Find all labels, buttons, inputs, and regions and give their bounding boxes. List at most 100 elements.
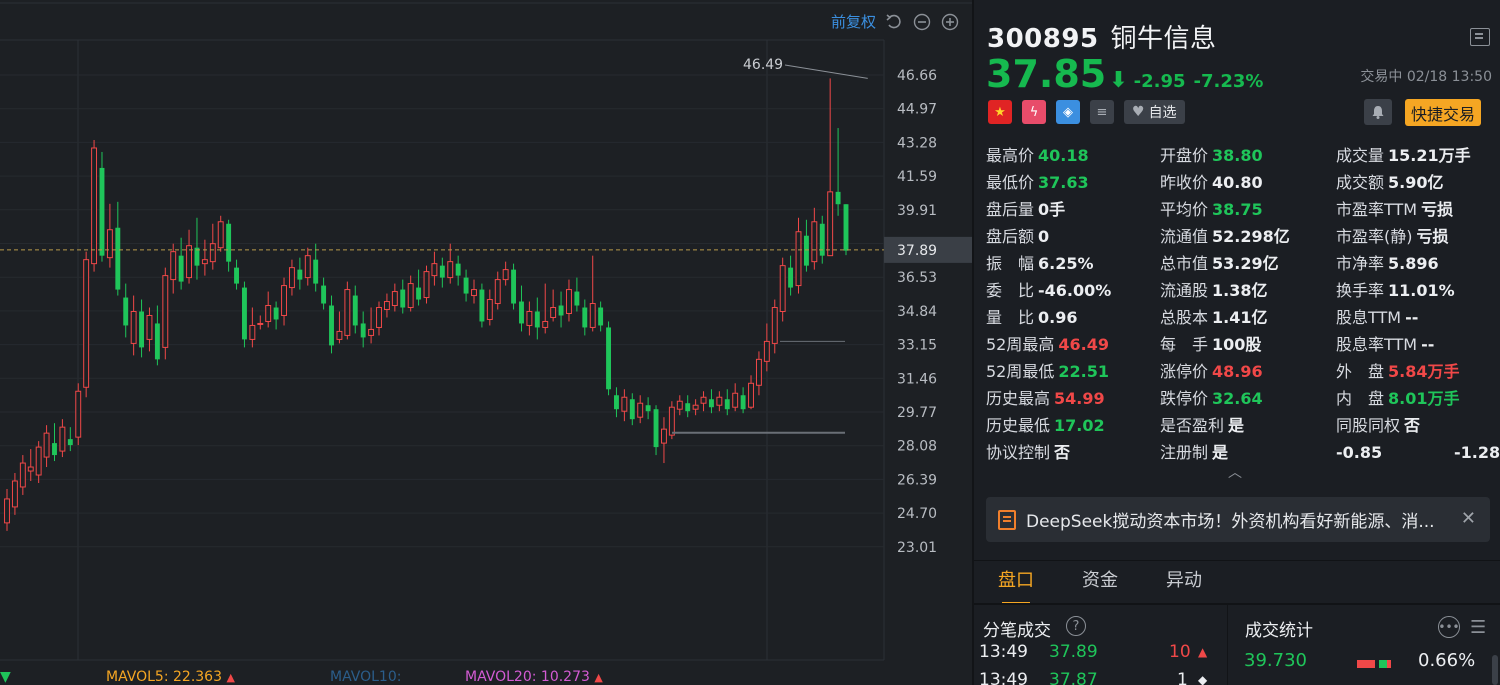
candle-body (273, 307, 279, 320)
quote-value: 46.49 (1058, 335, 1109, 354)
quick-trade-button[interactable]: 快捷交易 (1405, 99, 1482, 126)
candle-body (27, 466, 34, 472)
candle-body (11, 480, 18, 508)
quote-label: 外 盘 (1336, 362, 1385, 381)
stock-tags: ★ ϟ ◈ ≡ ♥ 自选 (988, 100, 1185, 124)
candle-body (115, 227, 121, 290)
candle-body (574, 291, 580, 306)
news-banner[interactable]: DeepSeek搅动资本市场！外资机构看好新能源、消... ✕ (986, 497, 1490, 542)
candle-body (241, 287, 247, 340)
quote-value: 是 (1228, 416, 1245, 435)
mavol10-label: MAVOL10: (330, 669, 402, 685)
zoom-in-icon[interactable] (940, 12, 960, 32)
candle-body (660, 428, 667, 444)
quote-value: 100股 (1212, 335, 1262, 354)
candle-body (162, 275, 169, 348)
document-icon[interactable]: ≡ (1090, 100, 1114, 124)
add-favorite-button[interactable]: ♥ 自选 (1124, 100, 1185, 124)
current-price-label: 37.89 (897, 243, 937, 259)
quote-label: 成交量 (1336, 146, 1385, 165)
quote-value: 亏损 (1416, 227, 1449, 246)
price-axis-label: 28.08 (897, 439, 937, 455)
divider (974, 603, 1500, 605)
candle-body (606, 327, 612, 390)
tab-anomaly[interactable]: 异动 (1142, 562, 1226, 602)
quote-cell: 最高价 40.18 (986, 142, 1089, 169)
quote-value: 1.38亿 (1212, 281, 1268, 300)
quote-value: 17.02 (1054, 416, 1105, 435)
help-icon[interactable]: ? (1066, 616, 1086, 636)
quote-label: 市净率 (1336, 254, 1385, 273)
quote-label: 52周最高 (986, 335, 1055, 354)
quote-cell: 股息TTM -- (1336, 304, 1418, 331)
candle-body (598, 307, 604, 326)
candle-body (542, 320, 549, 328)
candle-body (827, 191, 834, 257)
quote-label: 最高价 (986, 146, 1035, 165)
candle-body (740, 395, 746, 410)
price-axis-label: 24.70 (897, 506, 937, 522)
kline-chart-panel[interactable]: 46.6644.9743.2841.5939.9138.2236.5334.84… (0, 0, 972, 685)
china-flag-icon: ★ (988, 100, 1012, 124)
candle-body (676, 400, 683, 410)
list-view-icon[interactable]: ☰ (1470, 617, 1486, 638)
candle-body (376, 307, 382, 328)
tag-label-icon[interactable]: ◈ (1056, 100, 1080, 124)
quote-value: -1.28 (1454, 443, 1500, 462)
collapse-chevron-icon[interactable]: ︿ (1228, 462, 1242, 482)
quote-value: -46.00% (1038, 281, 1112, 300)
stock-code: 300895 (987, 24, 1099, 54)
scrollbar[interactable] (1492, 655, 1498, 685)
tick-row: 13:49 37.89 10 ▲ (979, 642, 1208, 662)
price-axis-label: 31.46 (897, 371, 937, 387)
candle-body (447, 261, 454, 279)
adjust-mode-link[interactable]: 前复权 (831, 11, 876, 32)
candle-body (843, 204, 849, 251)
candle-body (771, 307, 778, 344)
alert-bell-button[interactable] (1364, 99, 1392, 125)
candle-body (75, 390, 82, 438)
quote-value: 38.80 (1212, 146, 1263, 165)
more-options-icon[interactable]: ••• (1438, 616, 1460, 638)
quote-value: 0手 (1038, 200, 1066, 219)
close-icon[interactable]: ✕ (1461, 508, 1476, 529)
candle-body (59, 426, 66, 452)
candle-body (201, 259, 208, 265)
candle-body (685, 403, 691, 412)
reset-icon[interactable] (884, 12, 904, 32)
quote-cell: 内 盘 8.01万手 (1336, 385, 1460, 412)
candle-body (479, 289, 485, 322)
quote-label: 流通股 (1160, 281, 1209, 300)
zoom-out-icon[interactable] (912, 12, 932, 32)
candle-body (91, 147, 98, 265)
kline-chart[interactable]: 46.6644.9743.2841.5939.9138.2236.5334.84… (0, 0, 972, 685)
tab-funds[interactable]: 资金 (1058, 562, 1142, 602)
candle-body (502, 269, 509, 281)
quote-cell: 市盈率TTM 亏损 (1336, 196, 1453, 223)
quote-label: 昨收价 (1160, 173, 1209, 192)
down-arrow-icon: ⬇ (1109, 68, 1128, 93)
layout-toggle-icon[interactable] (1470, 28, 1490, 46)
candle-body (494, 279, 501, 305)
candle-body (668, 406, 675, 436)
quote-cell: 开盘价 38.80 (1160, 142, 1263, 169)
candle-body (265, 305, 272, 322)
price-change: -2.95 (1133, 71, 1186, 92)
candle-body (170, 251, 177, 281)
flash-badge-icon[interactable]: ϟ (1022, 100, 1046, 124)
candle-body (360, 323, 366, 338)
candle-body (217, 221, 224, 249)
candle-body (645, 405, 651, 412)
mavol20-label: MAVOL20: 10.273 ▲ (465, 669, 603, 685)
chart-toolbar: 前复权 (831, 11, 960, 32)
quote-cell: 流通值 52.298亿 (1160, 223, 1290, 250)
high-marker-line (784, 64, 868, 79)
tab-handicap[interactable]: 盘口 (974, 562, 1058, 604)
stats-price: 39.730 (1244, 650, 1307, 671)
candle-body (471, 289, 477, 297)
quote-label: 振 幅 (986, 254, 1035, 273)
quote-cell: 平均价 38.75 (1160, 196, 1263, 223)
candle-body (716, 396, 723, 406)
stock-title: 300895 铜牛信息 (987, 18, 1217, 55)
quote-cell: 外 盘 5.84万手 (1336, 358, 1460, 385)
